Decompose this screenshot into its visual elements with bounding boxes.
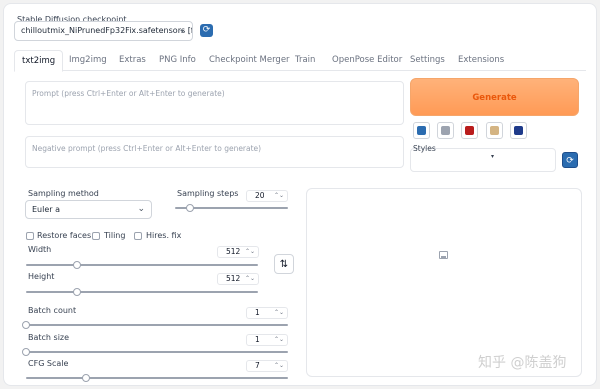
tab-txt2img[interactable]: txt2img — [14, 50, 64, 72]
prompt-placeholder: Prompt (press Ctrl+Enter or Alt+Enter to… — [32, 89, 225, 98]
cfg-scale-value: 7 — [255, 361, 260, 370]
hires-fix-label: Hires. fix — [146, 231, 182, 240]
tab-checkpoint-merger[interactable]: Checkpoint Merger — [209, 50, 290, 71]
batch-count-track — [26, 324, 288, 326]
restore-faces-checkbox[interactable] — [26, 232, 34, 240]
width-input[interactable]: 512 ⌃⌄ — [217, 246, 259, 258]
sampling-steps-value: 20 — [255, 191, 265, 200]
spinner-icon: ⌃⌄ — [273, 192, 284, 199]
styles-label: Styles — [413, 144, 436, 153]
save-icon — [514, 126, 523, 135]
negative-prompt-placeholder: Negative prompt (press Ctrl+Enter or Alt… — [32, 144, 262, 153]
tab-png-info[interactable]: PNG Info — [159, 50, 196, 71]
batch-count-input[interactable]: 1 ⌃⌄ — [246, 307, 288, 319]
negative-prompt-input[interactable]: Negative prompt (press Ctrl+Enter or Alt… — [25, 136, 404, 168]
sampling-method-value: Euler a — [32, 205, 61, 214]
batch-count-value: 1 — [255, 308, 260, 317]
tab-extras[interactable]: Extras — [119, 50, 146, 71]
card-icon — [465, 126, 474, 135]
batch-size-slider[interactable] — [22, 348, 30, 356]
batch-count-label: Batch count — [28, 306, 77, 315]
spinner-icon: ⌃⌄ — [244, 275, 255, 282]
tab-train[interactable]: Train — [295, 50, 315, 71]
checkpoint-value: chilloutmix_NiPrunedFp32Fix.safetensors … — [21, 26, 192, 35]
tab-bar: txt2img Img2img Extras PNG Info Checkpoi… — [14, 50, 586, 72]
height-input[interactable]: 512 ⌃⌄ — [217, 273, 259, 285]
cfg-scale-label: CFG Scale — [28, 359, 69, 368]
chevron-down-icon: ⌄ — [137, 204, 145, 214]
restore-faces-label: Restore faces — [37, 231, 92, 240]
cfg-scale-track — [26, 377, 288, 379]
tab-openpose-editor[interactable]: OpenPose Editor — [332, 50, 402, 71]
trash-icon — [441, 126, 450, 135]
clipboard-icon — [490, 126, 499, 135]
read-params-button[interactable] — [413, 122, 430, 139]
tiling-checkbox[interactable] — [92, 232, 100, 240]
batch-size-input[interactable]: 1 ⌃⌄ — [246, 334, 288, 346]
clear-prompt-button[interactable] — [437, 122, 454, 139]
spinner-icon: ⌃⌄ — [244, 248, 255, 255]
image-icon — [439, 251, 448, 259]
spinner-icon: ⌃⌄ — [273, 362, 284, 369]
checkpoint-select[interactable]: chilloutmix_NiPrunedFp32Fix.safetensors … — [14, 21, 193, 41]
spinner-icon: ⌃⌄ — [273, 309, 284, 316]
refresh-styles-button[interactable]: ⟳ — [562, 152, 578, 168]
tab-extensions[interactable]: Extensions — [458, 50, 504, 71]
width-label: Width — [28, 245, 52, 254]
height-slider[interactable] — [73, 288, 82, 296]
extra-networks-button[interactable] — [461, 122, 478, 139]
chevron-down-icon: ▾ — [491, 153, 495, 160]
sampling-method-select[interactable]: Euler a ⌄ — [25, 200, 152, 219]
width-slider[interactable] — [73, 261, 82, 269]
hires-fix-checkbox[interactable] — [134, 232, 142, 240]
prompt-input[interactable]: Prompt (press Ctrl+Enter or Alt+Enter to… — [25, 81, 404, 125]
batch-size-track — [26, 351, 288, 353]
width-value: 512 — [226, 247, 241, 256]
batch-count-slider[interactable] — [22, 321, 30, 329]
height-label: Height — [28, 272, 55, 281]
sampling-steps-input[interactable]: 20 ⌃⌄ — [246, 190, 288, 202]
spinner-icon: ⌃⌄ — [273, 336, 284, 343]
height-track — [26, 291, 258, 293]
sampling-steps-label: Sampling steps — [177, 189, 239, 198]
apply-style-button[interactable] — [486, 122, 503, 139]
refresh-checkpoint-button[interactable]: ⟳ — [200, 24, 213, 37]
output-gallery — [306, 188, 582, 377]
sampling-method-label: Sampling method — [28, 189, 99, 198]
generate-button[interactable]: Generate — [410, 78, 579, 116]
sampling-steps-slider[interactable] — [185, 204, 194, 212]
batch-size-label: Batch size — [28, 333, 70, 342]
tiling-label: Tiling — [104, 231, 126, 240]
tab-settings[interactable]: Settings — [410, 50, 445, 71]
arrow-icon — [417, 126, 426, 135]
width-track — [26, 264, 258, 266]
tab-img2img[interactable]: Img2img — [69, 50, 107, 71]
watermark: 知乎 @陈盖狗 — [478, 355, 567, 371]
cfg-scale-input[interactable]: 7 ⌃⌄ — [246, 360, 288, 372]
swap-dimensions-button[interactable]: ⇅ — [274, 254, 294, 274]
chevron-down-icon: ⌄ — [178, 25, 186, 35]
height-value: 512 — [226, 274, 241, 283]
save-style-button[interactable] — [510, 122, 527, 139]
batch-size-value: 1 — [255, 335, 260, 344]
